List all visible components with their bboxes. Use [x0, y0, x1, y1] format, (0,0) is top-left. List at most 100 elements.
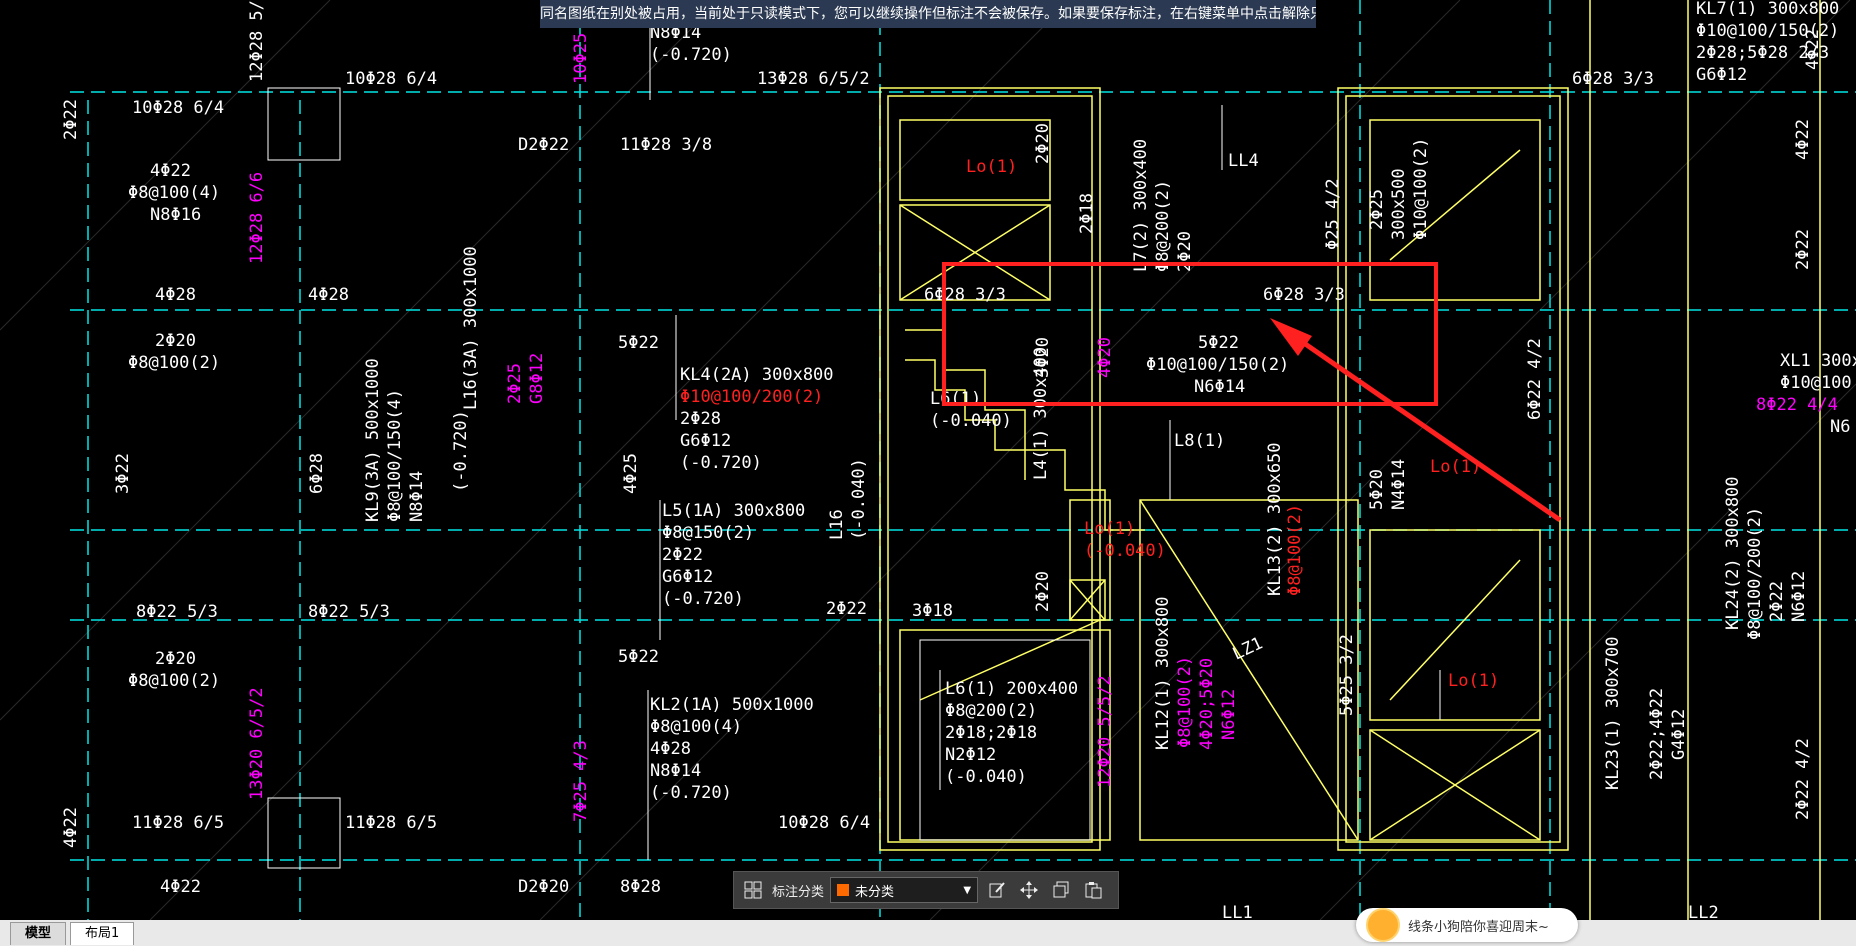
category-label: 标注分类 — [772, 884, 825, 900]
cad-label: 2Φ25 — [1367, 189, 1387, 230]
cad-label: 2Φ18 — [1077, 193, 1097, 234]
cad-label: L5(1A) 300x800 — [662, 501, 805, 521]
cad-label: N6Φ14 — [1194, 377, 1245, 397]
cad-label: Φ8@200(2) — [1153, 180, 1173, 272]
cad-label: 4Φ22 — [61, 807, 81, 848]
cad-label: Φ8@100(2) — [128, 671, 220, 691]
cad-label: 4Φ28 — [155, 285, 196, 305]
cad-label: (-0.720) — [451, 410, 471, 492]
cad-label: KL9(3A) 500x1000 — [363, 358, 383, 522]
cad-label: N6 — [1830, 417, 1850, 437]
cad-label: Φ8@100(4) — [128, 183, 220, 203]
arrow-shaft[interactable] — [1283, 327, 1562, 523]
cad-label: KL2(1A) 500x1000 — [650, 695, 814, 715]
edit-icon[interactable] — [984, 877, 1010, 903]
cad-label: 6Φ28 — [307, 453, 327, 494]
cad-label: Φ8@200(2) — [945, 701, 1037, 721]
cad-label: KL23(1) 300x700 — [1603, 636, 1623, 790]
cad-label: 2Φ20 — [1033, 571, 1053, 612]
cad-label: 4Φ22 — [1793, 119, 1813, 160]
cad-label: 6Φ28 3/3 — [924, 285, 1006, 305]
cad-label: N6Φ12 — [1219, 689, 1239, 740]
cad-label: 2Φ22 — [61, 99, 81, 140]
cad-label: (-0.040) — [945, 767, 1027, 787]
cad-label: (-0.040) — [1084, 541, 1166, 561]
arrow-head-icon[interactable] — [1270, 318, 1312, 356]
cad-label: Φ10@100(2) — [1411, 138, 1431, 240]
move-icon[interactable] — [1016, 877, 1042, 903]
cad-label: D2Φ22 — [518, 135, 569, 155]
cad-label: (-0.720) — [650, 783, 732, 803]
category-color-swatch — [837, 884, 850, 896]
tab-model[interactable]: 模型 — [10, 922, 67, 945]
paste-icon[interactable] — [1080, 877, 1106, 903]
cad-label: D2Φ20 — [518, 877, 569, 897]
cad-label: L7(2) 300x400 — [1131, 139, 1151, 272]
cad-label: Φ10@100/200(2) — [680, 387, 823, 407]
cad-label: 2Φ22 — [1793, 229, 1813, 270]
readonly-notice-bar: 同名图纸在别处被占用，当前处于只读模式下，您可以继续操作但标注不会被保存。如果要… — [540, 0, 1316, 28]
cad-label: 2Φ18;2Φ18 — [945, 723, 1037, 743]
cad-label: N8Φ16 — [150, 205, 201, 225]
category-value: 未分类 — [855, 884, 895, 900]
cad-label: L4(1) 300x400 — [1031, 347, 1051, 480]
cad-label: 8Φ28 — [620, 877, 661, 897]
cad-label: LL2 — [1688, 903, 1719, 920]
toast-text: 线条小狗陪你喜迎周末~ — [1408, 919, 1549, 935]
cad-label: KL13(2) 300x650 — [1265, 442, 1285, 596]
cad-label: 3Φ18 — [912, 601, 953, 621]
category-select[interactable]: 未分类 ▼ — [830, 877, 979, 903]
cad-label: N8Φ14 — [650, 761, 701, 781]
cad-label: 5Φ22 — [618, 647, 659, 667]
cad-drawing-canvas[interactable]: 10Φ28 6/4 10Φ28 6/4 13Φ28 6/5/2 N8Φ14 (-… — [0, 0, 1856, 920]
cad-label: 4Φ22 — [1803, 29, 1823, 70]
cad-label: 13Φ20 6/5/2 — [247, 687, 267, 800]
cad-label: (-0.040) — [849, 458, 869, 540]
cad-label: 8Φ22 5/3 — [308, 602, 390, 622]
cad-label: 11Φ28 6/5 — [345, 813, 437, 833]
cad-label: 3Φ22 — [113, 453, 133, 494]
cad-label: 2Φ20 — [155, 331, 196, 351]
cad-label: 2Φ28 — [680, 409, 721, 429]
cad-label: 10Φ28 6/4 — [778, 813, 870, 833]
cad-label: 2Φ20 — [155, 649, 196, 669]
cad-label: Φ8@100/150(4) — [385, 389, 405, 522]
cad-label: KL24(2) 300x800 — [1723, 476, 1743, 630]
cad-label: Lo(1) — [1448, 671, 1499, 691]
cad-label: L16 — [827, 509, 847, 540]
cad-label: LL1 — [1222, 903, 1253, 920]
cad-label: Φ8@100/200(2) — [1745, 507, 1765, 640]
cad-label: Φ8@150(2) — [662, 523, 754, 543]
promo-toast[interactable]: 线条小狗陪你喜迎周末~ — [1356, 908, 1578, 942]
chevron-down-icon: ▼ — [963, 884, 972, 896]
cad-label: N2Φ12 — [945, 745, 996, 765]
cad-label: (-0.040) — [930, 411, 1012, 431]
copy-icon[interactable] — [1048, 877, 1074, 903]
cad-label: 12Φ20 5/5/2 — [1095, 675, 1115, 788]
cad-label: 10Φ28 6/4 — [132, 98, 224, 118]
cad-label: N8Φ14 — [407, 471, 427, 522]
cad-label: Φ8@100(4) — [650, 717, 742, 737]
cad-label: 10Φ28 6/4 — [345, 69, 437, 89]
cad-label: (-0.720) — [662, 589, 744, 609]
cad-label: Φ10@100 — [1780, 373, 1852, 393]
cad-label: (-0.720) — [680, 453, 762, 473]
cad-label: L8(1) — [1174, 431, 1225, 451]
cad-label: 10Φ25 — [571, 33, 591, 84]
cad-label: 2Φ22 4/2 — [1793, 738, 1813, 820]
cad-label: 2Φ20 — [1033, 123, 1053, 164]
cad-label: 2Φ22;4Φ22 — [1647, 688, 1667, 780]
cad-label: L6(1) 200x400 — [945, 679, 1078, 699]
cad-label: KL12(1) 300x800 — [1153, 596, 1173, 750]
sun-mascot-icon — [1366, 908, 1400, 942]
cad-label: 2Φ22 — [826, 599, 867, 619]
cad-label: Φ25 4/2 — [1323, 178, 1343, 250]
cad-label: XL1 300x8 — [1780, 351, 1856, 371]
cad-label: G4Φ12 — [1669, 709, 1689, 760]
tab-layout1[interactable]: 布局1 — [70, 922, 135, 945]
cad-label: 4Φ22 — [150, 161, 191, 181]
cad-label: 5Φ22 — [618, 333, 659, 353]
grid-icon[interactable] — [740, 877, 766, 903]
cad-label: 2Φ22 — [662, 545, 703, 565]
cad-label: Lo(1) — [1084, 519, 1135, 539]
